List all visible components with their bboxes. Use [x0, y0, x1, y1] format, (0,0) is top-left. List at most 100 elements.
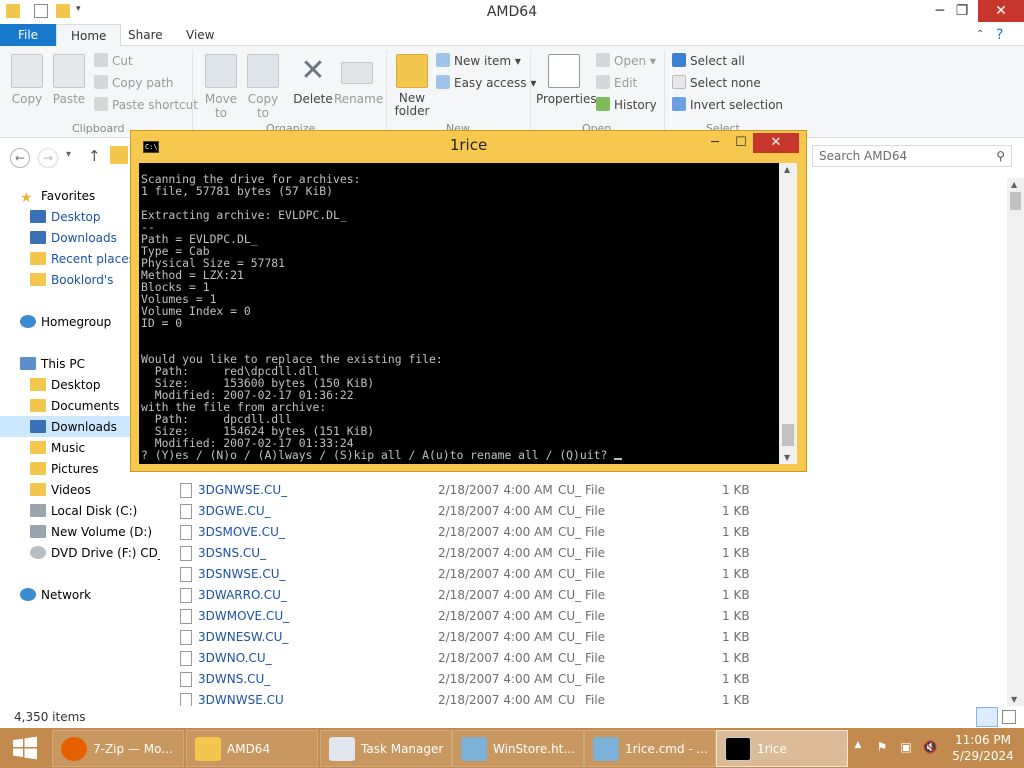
table-row[interactable]: 3DWNS.CU_ 2/18/2007 4:00 AM CU_ File 1 KB: [180, 669, 800, 690]
nav-pc-local-disk[interactable]: Local Disk (C:): [30, 501, 137, 521]
nav-label: Homegroup: [41, 315, 112, 329]
nav-favorite-desktop[interactable]: Desktop: [30, 207, 101, 227]
new-item-button[interactable]: New item ▾: [436, 51, 521, 71]
table-row[interactable]: 3DWNWSE.CU 2/18/2007 4:00 AM CU_ File 1 KB: [180, 690, 800, 706]
table-row[interactable]: 3DWMOVE.CU_ 2/18/2007 4:00 AM CU_ File 1 KB: [180, 606, 800, 627]
taskbar-item-1rice-cmd[interactable]: 1rice.cmd - ...: [584, 730, 716, 767]
easy-access-label: Easy access: [454, 76, 527, 90]
scroll-up-icon[interactable]: ▲: [1011, 180, 1017, 189]
nav-pc-documents[interactable]: Documents: [30, 396, 119, 416]
table-row[interactable]: 3DWARRO.CU_ 2/18/2007 4:00 AM CU_ File 1 KB: [180, 585, 800, 606]
history-button[interactable]: History: [596, 95, 657, 115]
file-size: 1 KB: [722, 609, 750, 623]
paste-button[interactable]: Paste: [50, 54, 88, 106]
scrollbar-thumb[interactable]: [1010, 192, 1021, 210]
nav-this-pc[interactable]: This PC: [20, 354, 85, 374]
easy-access-button[interactable]: Easy access ▾: [436, 73, 536, 93]
console-maximize-button[interactable]: ☐: [727, 133, 755, 153]
table-row[interactable]: 3DSMOVE.CU_ 2/18/2007 4:00 AM CU_ File 1 KB: [180, 522, 800, 543]
search-input[interactable]: Search AMD64 ⚲: [812, 145, 1012, 167]
large-icons-view-icon[interactable]: [1002, 710, 1016, 724]
taskbar-item-1rice[interactable]: 1rice: [716, 730, 848, 767]
properties-icon: [548, 54, 580, 88]
tab-file[interactable]: File: [0, 24, 56, 46]
nav-favorite-recent-places[interactable]: Recent places: [30, 249, 135, 269]
downloads-icon: [30, 420, 46, 433]
new-folder-button[interactable]: New folder: [392, 54, 432, 118]
nav-favorites[interactable]: ★ Favorites: [20, 186, 95, 206]
copy-button[interactable]: Copy: [8, 54, 46, 106]
nav-network[interactable]: Network: [20, 585, 91, 605]
details-view-icon[interactable]: [976, 707, 998, 727]
nav-favorite-booklords[interactable]: Booklord's: [30, 270, 113, 290]
tab-home[interactable]: Home: [56, 24, 122, 47]
search-icon[interactable]: ⚲: [996, 146, 1005, 166]
copy-to-button[interactable]: Copy to: [244, 54, 282, 120]
help-icon[interactable]: ?: [996, 24, 1003, 46]
nav-pc-pictures[interactable]: Pictures: [30, 459, 99, 479]
scrollbar-thumb[interactable]: [782, 424, 794, 446]
console-close-button[interactable]: ✕: [753, 133, 799, 153]
move-to-button[interactable]: Move to: [202, 54, 240, 120]
invert-selection-icon: [672, 97, 686, 111]
table-row[interactable]: 3DSNWSE.CU_ 2/18/2007 4:00 AM CU_ File 1 KB: [180, 564, 800, 585]
nav-homegroup[interactable]: Homegroup: [20, 312, 111, 332]
file-list-scrollbar[interactable]: ▲ ▼: [1007, 178, 1024, 706]
table-row[interactable]: 3DGNWSE.CU_ 2/18/2007 4:00 AM CU_ File 1 KB: [180, 480, 800, 501]
copy-path-button[interactable]: Copy path: [94, 73, 174, 93]
show-hidden-icons-icon[interactable]: ▲: [850, 740, 866, 754]
paste-shortcut-button[interactable]: Paste shortcut: [94, 95, 198, 115]
console-window[interactable]: C:\ 1rice ─ ☐ ✕ Scanning the drive for a…: [130, 130, 807, 472]
taskbar-item-firefox[interactable]: 7-Zip — Mo...: [52, 730, 184, 767]
nav-favorite-downloads[interactable]: Downloads: [30, 228, 117, 248]
text-cursor: [614, 458, 623, 460]
nav-label: Pictures: [51, 462, 99, 476]
rename-button[interactable]: Rename: [334, 54, 383, 106]
open-button[interactable]: Open ▾: [596, 51, 656, 71]
taskbar-clock[interactable]: 11:06 PM 5/29/2024: [948, 732, 1018, 764]
console-output-area[interactable]: Scanning the drive for archives: 1 file,…: [139, 163, 779, 464]
file-date: 2/18/2007 4:00 AM: [438, 609, 553, 623]
network-tray-icon[interactable]: ▣: [898, 740, 914, 754]
back-button[interactable]: ←: [10, 148, 30, 168]
recent-locations-icon[interactable]: ▾: [66, 149, 71, 160]
scroll-down-icon[interactable]: ▼: [784, 453, 790, 462]
select-all-button[interactable]: Select all: [672, 51, 745, 71]
cut-button[interactable]: Cut: [94, 51, 133, 71]
edit-button[interactable]: Edit: [596, 73, 637, 93]
nav-pc-dvd-drive[interactable]: DVD Drive (F:) CD_R(: [30, 543, 160, 563]
start-button[interactable]: [12, 736, 38, 760]
invert-selection-button[interactable]: Invert selection: [672, 95, 783, 115]
nav-pc-desktop[interactable]: Desktop: [30, 375, 101, 395]
up-button[interactable]: ↑: [88, 147, 101, 165]
taskbar-item-explorer[interactable]: AMD64: [186, 730, 318, 767]
table-row[interactable]: 3DSNS.CU_ 2/18/2007 4:00 AM CU_ File 1 KB: [180, 543, 800, 564]
taskbar-item-task-manager[interactable]: Task Manager: [320, 730, 452, 767]
tab-share[interactable]: Share: [114, 24, 177, 46]
nav-pc-videos[interactable]: Videos: [30, 480, 91, 500]
close-button[interactable]: ✕: [978, 0, 1024, 22]
volume-muted-icon[interactable]: 🔇: [922, 740, 938, 754]
table-row[interactable]: 3DGWE.CU_ 2/18/2007 4:00 AM CU_ File 1 KB: [180, 501, 800, 522]
tab-view[interactable]: View: [172, 24, 228, 46]
videos-folder-icon: [30, 483, 46, 496]
nav-pc-music[interactable]: Music: [30, 438, 85, 458]
properties-button[interactable]: Properties: [536, 54, 597, 106]
table-row[interactable]: 3DWNO.CU_ 2/18/2007 4:00 AM CU_ File 1 KB: [180, 648, 800, 669]
console-scrollbar[interactable]: ▲ ▼: [779, 163, 797, 464]
scroll-down-icon[interactable]: ▼: [1011, 695, 1017, 704]
nav-pc-downloads[interactable]: Downloads: [30, 417, 117, 437]
recent-places-icon: [30, 252, 46, 265]
nav-label: Network: [41, 588, 92, 602]
nav-label: Music: [51, 441, 86, 455]
delete-button[interactable]: ✕ Delete: [292, 54, 334, 107]
select-none-button[interactable]: Select none: [672, 73, 761, 93]
ribbon-collapse-icon[interactable]: ⌃: [976, 24, 984, 46]
scroll-up-icon[interactable]: ▲: [784, 165, 790, 174]
forward-button[interactable]: →: [38, 148, 58, 168]
taskbar-item-winstore[interactable]: WinStore.ht...: [452, 730, 584, 767]
action-center-flag-icon[interactable]: ⚑: [874, 740, 890, 754]
console-minimize-button[interactable]: ─: [701, 133, 729, 153]
table-row[interactable]: 3DWNESW.CU_ 2/18/2007 4:00 AM CU_ File 1 KB: [180, 627, 800, 648]
nav-pc-new-volume[interactable]: New Volume (D:): [30, 522, 152, 542]
